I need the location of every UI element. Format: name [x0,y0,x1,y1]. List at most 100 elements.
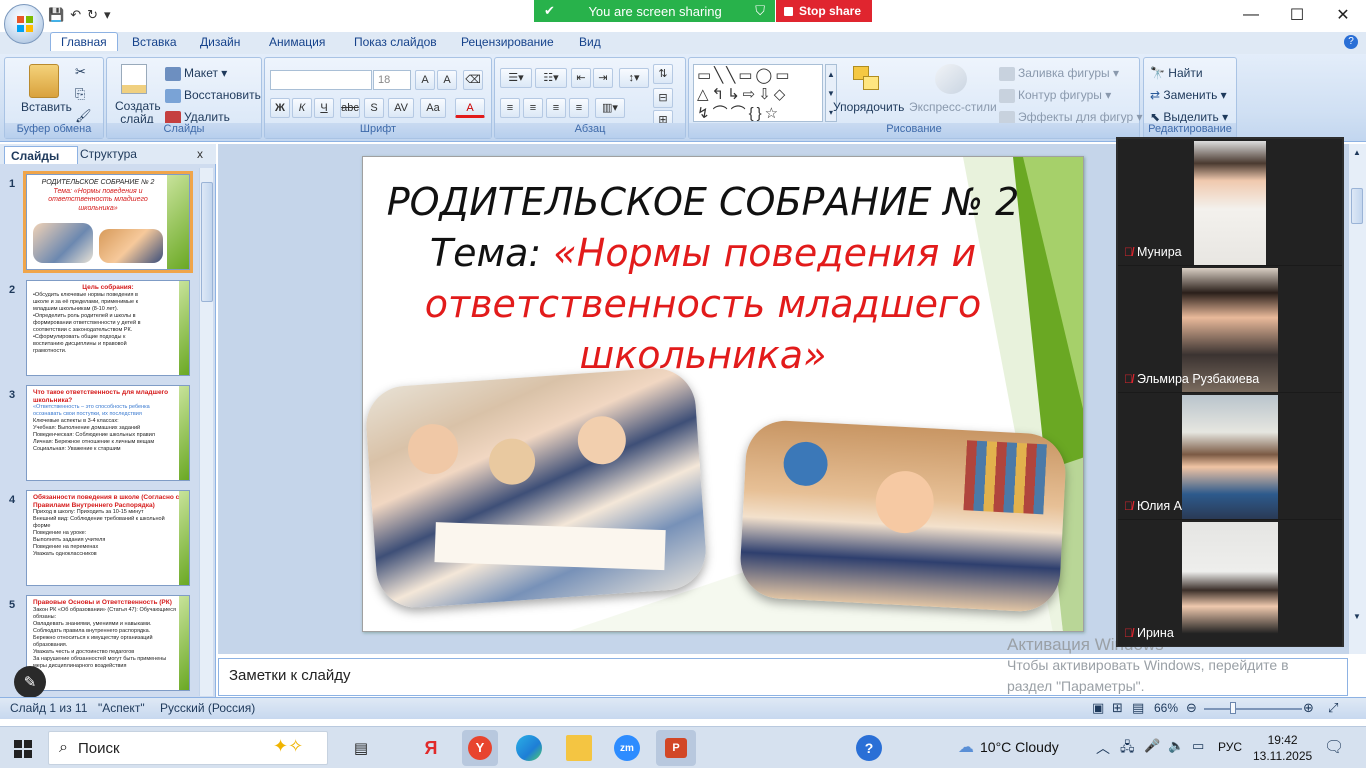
font-size-combo[interactable]: 18 [373,70,411,90]
undo-icon[interactable]: ↶ [70,7,81,23]
input-language[interactable]: РУС [1218,740,1242,754]
clear-format-button[interactable]: ⌫ [463,70,483,90]
tab-slides[interactable]: Слайды [4,146,78,164]
char-spacing-button[interactable]: AV [388,98,414,118]
slide-thumbnail-3[interactable]: 3 Что такое ответственность для младшего… [6,385,192,485]
taskbar-search-box[interactable]: ⌕ Поиск ✦✧ [48,731,328,765]
copy-icon[interactable]: ⎘ [75,86,85,102]
layout-button[interactable]: Макет ▾ [165,66,227,81]
zoom-in-icon[interactable]: ⊕ [1303,700,1314,716]
replace-button[interactable]: ⇄ Заменить ▾ [1150,88,1227,102]
shadow-button[interactable]: S [364,98,384,118]
find-button[interactable]: 🔭 Найти [1150,66,1203,80]
tab-review[interactable]: Рецензирование [461,35,554,49]
save-icon[interactable]: 💾 [48,7,64,23]
scroll-down-icon[interactable]: ▼ [1353,612,1361,621]
font-name-combo[interactable] [270,70,372,90]
system-clock[interactable]: 19:42 13.11.2025 [1253,732,1312,764]
office-button[interactable] [4,4,44,44]
select-button[interactable]: ⬉ Выделить ▾ [1150,110,1228,124]
video-tile[interactable]: 🎙̸ Юлия А [1118,393,1342,519]
bold-button[interactable]: Ж [270,98,290,118]
normal-view-icon[interactable]: ▣ [1092,700,1104,716]
yandex-browser-taskbar-item[interactable]: Y [462,730,498,766]
quick-styles-button[interactable]: Экспресс-стили [909,100,997,114]
shape-fill-button[interactable]: Заливка фигуры ▾ [999,66,1119,81]
tab-home[interactable]: Главная [50,32,118,51]
scroll-thumb[interactable] [201,182,213,302]
zoom-level[interactable]: 66% [1154,701,1178,715]
fit-to-window-icon[interactable]: ⤢ [1328,700,1338,716]
slide-thumbnail-1[interactable]: 1 РОДИТЕЛЬСКОЕ СОБРАНИЕ № 2 Тема: «Нормы… [6,171,193,274]
cut-icon[interactable]: ✂ [75,64,86,80]
weather-widget[interactable]: ☁ 10°C Cloudy [958,737,1059,757]
grow-font-button[interactable]: A [415,70,435,90]
video-tile[interactable]: 🎙̸ Эльмира Рузбакиева [1118,266,1342,392]
tab-animation[interactable]: Анимация [269,35,325,49]
tab-slideshow[interactable]: Показ слайдов [354,35,437,49]
redo-icon[interactable]: ↻ [87,7,98,23]
chevron-up-icon[interactable]: ︿ [1096,738,1110,758]
help-icon[interactable]: ? [1344,35,1358,49]
shapes-gallery[interactable]: ▭╲╲▭◯▭ △↰↳⇨⇩◇ ↯⌒⌒{}☆ [693,64,823,122]
panel-close-icon[interactable]: x [197,147,203,161]
increase-indent-icon[interactable]: ⇥ [593,68,613,88]
yandex-icon[interactable]: Я [418,735,444,761]
stop-share-button[interactable]: Stop share [776,0,872,22]
zoom-slider[interactable] [1204,708,1302,710]
decrease-indent-icon[interactable]: ⇤ [571,68,591,88]
slideshow-view-icon[interactable]: ▤ [1132,700,1144,716]
battery-icon[interactable]: ▭ [1192,738,1204,754]
reset-button[interactable]: Восстановить [165,88,261,103]
shape-outline-button[interactable]: Контур фигуры ▾ [999,88,1111,103]
arrange-button[interactable]: Упорядочить [833,100,904,114]
volume-icon[interactable]: 🔈 [1168,738,1184,754]
slide-thumbnail-2[interactable]: 2 Цель собрания: •Обсудить ключевые норм… [6,280,192,380]
numbering-icon[interactable]: ☷▾ [535,68,567,88]
slide-thumbnail-4[interactable]: 4 Обязанности поведения в школе (Согласн… [6,490,192,590]
align-text-icon[interactable]: ⊟ [653,88,673,108]
change-case-button[interactable]: Aa [420,98,446,118]
strikethrough-button[interactable]: abc [340,98,360,118]
help-tips-icon[interactable]: ? [856,735,882,761]
zoom-out-icon[interactable]: ⊖ [1186,700,1197,716]
slide-scrollbar[interactable]: ▲ ▼ [1348,144,1366,654]
language-status[interactable]: Русский (Россия) [160,701,255,715]
file-explorer-icon[interactable] [566,735,592,761]
thumbnail-card[interactable]: Что такое ответственность для младшего ш… [26,385,190,481]
tab-view[interactable]: Вид [579,35,601,49]
thumbnail-card[interactable]: РОДИТЕЛЬСКОЕ СОБРАНИЕ № 2 Тема: «Нормы п… [23,171,193,273]
align-left-icon[interactable]: ≡ [500,98,520,118]
powerpoint-taskbar-item[interactable]: P [656,730,696,766]
scroll-up-icon[interactable]: ▲ [1353,148,1361,157]
pen-annotate-icon[interactable]: ✎ [14,666,46,698]
tab-design[interactable]: Дизайн [200,35,240,49]
photo-children-reading[interactable] [363,365,709,611]
close-icon[interactable]: ✕ [1320,0,1366,30]
columns-icon[interactable]: ▥▾ [595,98,625,118]
paste-button[interactable]: Вставить [21,100,72,114]
thumbnail-card[interactable]: Обязанности поведения в школе (Согласно … [26,490,190,586]
zoom-app-icon[interactable]: zm [614,735,640,761]
thumbnail-card[interactable]: Цель собрания: •Обсудить ключевые нормы … [26,280,190,376]
justify-icon[interactable]: ≡ [569,98,589,118]
shrink-font-button[interactable]: A [437,70,457,90]
task-view-icon[interactable]: ▤ [348,735,374,761]
align-center-icon[interactable]: ≡ [523,98,543,118]
customize-qat-icon[interactable]: ▾ [104,7,111,23]
video-tile[interactable]: 🎙̸ Ирина [1118,520,1342,646]
slide-sorter-icon[interactable]: ⊞ [1112,700,1123,716]
minimize-icon[interactable]: — [1228,0,1274,30]
tab-outline[interactable]: Структура [80,147,137,161]
edge-icon[interactable] [516,735,542,761]
windows-start-icon[interactable] [14,740,32,758]
format-painter-icon[interactable]: 🖌 [75,108,92,124]
video-tile[interactable]: 🎙̸ Мунира [1118,139,1342,265]
notifications-icon[interactable]: 🗨 [1324,737,1344,757]
scroll-thumb[interactable] [1351,188,1363,224]
italic-button[interactable]: К [292,98,312,118]
underline-button[interactable]: Ч [314,98,334,118]
maximize-icon[interactable]: ☐ [1274,0,1320,30]
bullets-icon[interactable]: ☰▾ [500,68,532,88]
photo-happy-boy[interactable] [738,418,1068,614]
